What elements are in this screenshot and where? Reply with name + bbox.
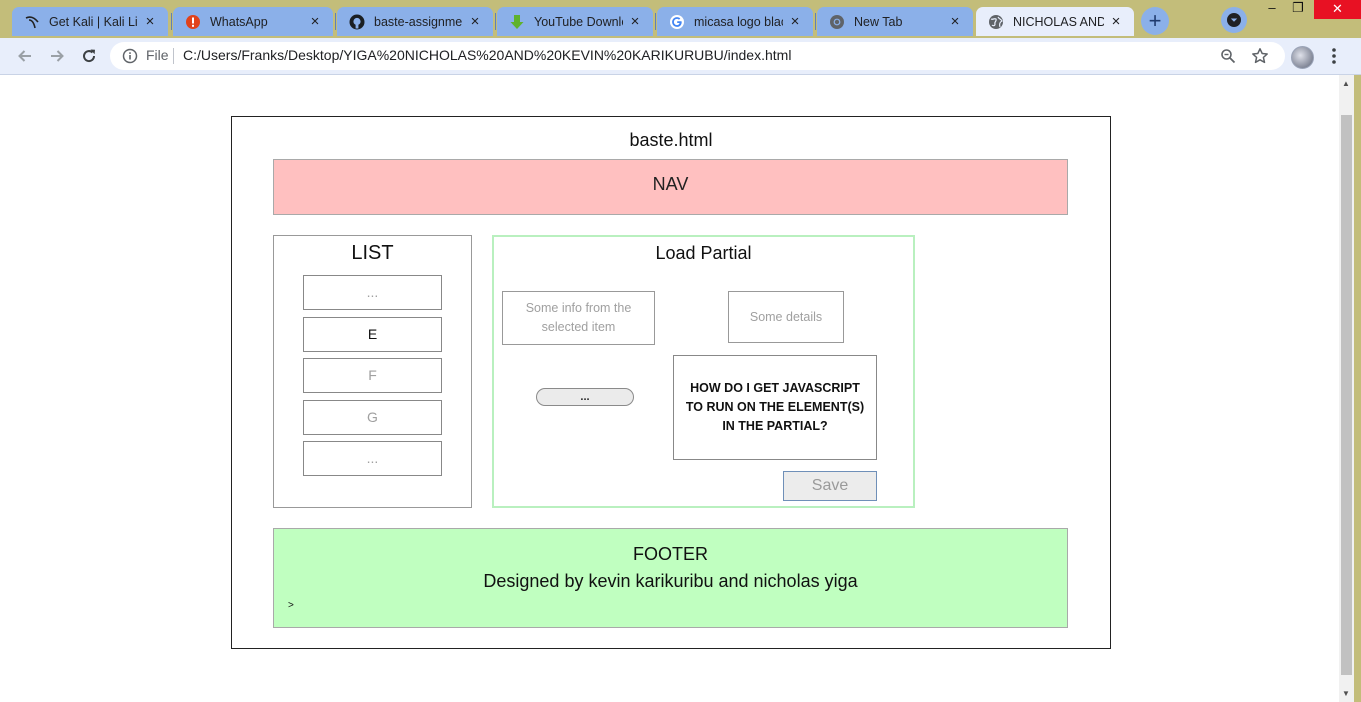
address-bar[interactable]: File C:/Users/Franks/Desktop/YIGA%20NICH… — [110, 42, 1285, 70]
close-icon[interactable]: × — [467, 13, 483, 30]
scroll-up-arrow-icon[interactable]: ▲ — [1342, 79, 1350, 88]
back-button[interactable] — [14, 45, 36, 67]
list-item[interactable]: G — [303, 400, 442, 435]
tab-title: YouTube Downloader — [534, 14, 623, 29]
page-viewport: baste.html NAV LIST ... E F G ... Load P… — [0, 75, 1339, 702]
tab-title: baste-assignment — [374, 14, 463, 29]
more-button[interactable]: ... — [536, 388, 634, 406]
tab-title: WhatsApp — [210, 14, 268, 29]
minimize-button[interactable]: – — [1262, 0, 1282, 20]
save-button[interactable]: Save — [783, 471, 877, 501]
tab-google-search[interactable]: micasa logo black × — [657, 7, 813, 36]
list-item[interactable]: ... — [303, 275, 442, 310]
nav-bar: NAV — [273, 159, 1068, 215]
zoom-icon[interactable] — [1220, 48, 1236, 69]
new-tab-button[interactable]: + — [1141, 7, 1169, 35]
list-item-selected[interactable]: E — [303, 317, 442, 352]
tab-strip: Get Kali | Kali Linux × WhatsApp × baste… — [0, 0, 1361, 38]
tab-search-dropdown[interactable] — [1221, 7, 1247, 33]
chevron-down-icon — [1227, 13, 1241, 27]
kebab-menu-icon[interactable] — [1325, 46, 1343, 71]
github-icon — [349, 14, 365, 30]
tab-github[interactable]: baste-assignment × — [337, 7, 493, 36]
google-icon — [669, 14, 685, 30]
footer-caret: > — [288, 600, 294, 611]
tab-title: New Tab — [854, 14, 903, 29]
list-item[interactable]: F — [303, 358, 442, 393]
reload-button[interactable] — [78, 45, 100, 67]
forward-arrow-icon — [51, 50, 64, 62]
tab-title: Get Kali | Kali Linux — [49, 14, 138, 29]
divider — [173, 48, 174, 64]
partial-title: Load Partial — [655, 243, 752, 263]
chrome-icon — [829, 14, 845, 30]
back-arrow-icon — [18, 50, 31, 62]
forward-button[interactable] — [46, 45, 68, 67]
tab-nicholas-and-kevin[interactable]: NICHOLAS AND KEVIN × — [976, 7, 1134, 36]
reload-icon — [83, 49, 96, 63]
tab-youtube-downloader[interactable]: YouTube Downloader × — [497, 7, 653, 36]
details-box: Some details — [728, 291, 844, 343]
profile-avatar[interactable] — [1291, 46, 1314, 69]
close-icon[interactable]: × — [787, 13, 803, 30]
close-icon[interactable]: × — [307, 13, 323, 30]
scroll-thumb[interactable] — [1341, 115, 1352, 675]
tab-separator — [655, 13, 656, 30]
maximize-button[interactable]: ❐ — [1288, 0, 1308, 20]
tab-kali[interactable]: Get Kali | Kali Linux × — [12, 7, 168, 36]
list-panel: LIST ... E F G ... — [273, 235, 472, 508]
tab-title: NICHOLAS AND KEVIN — [1013, 14, 1104, 29]
footer-title: FOOTER — [633, 544, 708, 564]
list-item[interactable]: ... — [303, 441, 442, 476]
page-frame: baste.html NAV LIST ... E F G ... Load P… — [231, 116, 1111, 649]
window-border — [1354, 75, 1361, 702]
tab-separator — [171, 13, 172, 30]
close-icon[interactable]: × — [947, 13, 963, 30]
scheme-label: File — [146, 47, 169, 63]
list-title: LIST — [351, 242, 394, 264]
tab-separator — [335, 13, 336, 30]
window-close-button[interactable]: ✕ — [1314, 0, 1361, 19]
bookmark-star-icon[interactable] — [1251, 47, 1269, 70]
url-text[interactable]: C:/Users/Franks/Desktop/YIGA%20NICHOLAS%… — [183, 47, 791, 63]
browser-toolbar: File C:/Users/Franks/Desktop/YIGA%20NICH… — [0, 38, 1361, 75]
selected-item-info-box: Some info from the selected item — [502, 291, 655, 345]
close-icon[interactable]: × — [1108, 13, 1124, 30]
partial-panel: Load Partial Some info from the selected… — [492, 235, 915, 508]
close-icon[interactable]: × — [142, 13, 158, 30]
close-icon[interactable]: × — [627, 13, 643, 30]
vertical-scrollbar[interactable]: ▲ ▼ — [1339, 75, 1354, 702]
question-box: HOW DO I GET JAVASCRIPT TO RUN ON THE EL… — [673, 355, 877, 460]
kali-dragon-icon — [24, 14, 40, 30]
whatsapp-alert-icon — [185, 14, 201, 30]
footer: FOOTER Designed by kevin karikuribu and … — [273, 528, 1068, 628]
tab-whatsapp[interactable]: WhatsApp × — [173, 7, 333, 36]
tab-title: micasa logo black — [694, 14, 783, 29]
tab-separator — [495, 13, 496, 30]
tab-new-tab[interactable]: New Tab × — [817, 7, 973, 36]
info-icon[interactable] — [122, 48, 138, 69]
scroll-down-arrow-icon[interactable]: ▼ — [1342, 689, 1350, 698]
footer-credit: Designed by kevin karikuribu and nichola… — [483, 571, 858, 591]
tab-separator — [815, 13, 816, 30]
download-arrow-icon — [509, 14, 525, 30]
globe-icon — [988, 14, 1004, 30]
page-title: baste.html — [629, 130, 713, 150]
